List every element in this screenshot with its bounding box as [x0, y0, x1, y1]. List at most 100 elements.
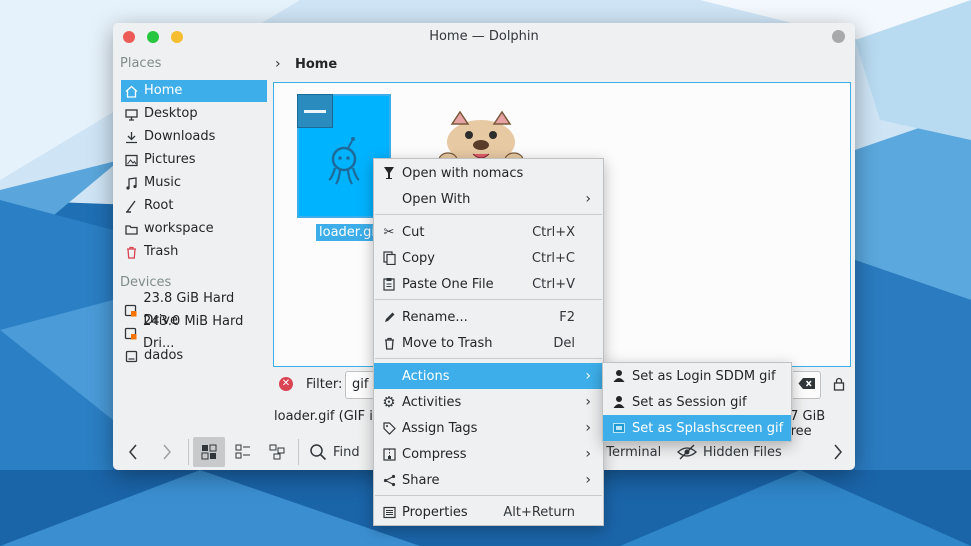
menu-item-copy[interactable]: Copy Ctrl+C [374, 245, 603, 271]
home-icon [124, 84, 138, 98]
menu-item-open-with-nomacs[interactable]: Open with nomacs [374, 160, 603, 186]
places-item-trash[interactable]: Trash [121, 241, 267, 263]
menu-item-rename[interactable]: Rename... F2 [374, 304, 603, 330]
places-item-downloads[interactable]: Downloads [121, 126, 267, 148]
filter-input-end[interactable] [793, 371, 821, 399]
places-item-home[interactable]: Home [121, 80, 267, 102]
submenu-item-set-login-sddm-gif[interactable]: Set as Login SDDM gif [603, 363, 791, 389]
properties-icon [381, 504, 397, 520]
menu-separator [375, 214, 602, 215]
menu-item-label: Cut [402, 224, 425, 240]
menu-item-move-to-trash[interactable]: Move to Trash Del [374, 330, 603, 356]
menu-item-label: Paste One File [402, 276, 494, 292]
menu-item-paste[interactable]: Paste One File Ctrl+V [374, 271, 603, 297]
search-icon [310, 444, 327, 461]
chevron-right-icon[interactable]: › [275, 56, 289, 72]
chevron-right-icon: › [585, 368, 591, 384]
find-button[interactable]: Find [309, 437, 369, 467]
chevron-right-icon: › [585, 394, 591, 410]
submenu-item-set-splashscreen-gif[interactable]: Set as Splashscreen gif [603, 415, 791, 441]
details-view-button[interactable] [261, 437, 293, 467]
menu-item-label: Properties [402, 504, 468, 520]
desktop-icon [124, 107, 138, 121]
share-icon [381, 472, 397, 488]
folder-icon [124, 222, 138, 236]
clear-text-icon[interactable] [798, 377, 816, 394]
menu-item-label: Assign Tags [402, 420, 478, 436]
devices-item-hard-drive-2[interactable]: 243.0 MiB Hard Dri... [121, 314, 267, 351]
compact-view-button[interactable] [227, 437, 259, 467]
user-icon [612, 395, 626, 409]
places-item-root[interactable]: Root [121, 195, 267, 217]
menu-item-label: Compress [402, 446, 467, 462]
hard-drive-icon [124, 349, 138, 363]
devices-item-label: dados [144, 348, 184, 363]
breadcrumb-home[interactable]: Home [295, 57, 337, 72]
submenu-item-label: Set as Session gif [632, 394, 747, 410]
menu-item-cut[interactable]: ✂ Cut Ctrl+X [374, 219, 603, 245]
chevron-right-icon [834, 444, 842, 460]
places-item-label: Desktop [144, 106, 198, 121]
menu-item-share[interactable]: Share › [374, 467, 603, 493]
music-icon [124, 176, 138, 190]
menu-item-shortcut: Ctrl+C [531, 250, 575, 266]
submenu-item-label: Set as Login SDDM gif [632, 368, 776, 384]
menu-item-shortcut: F2 [559, 309, 575, 325]
lock-icon[interactable] [833, 377, 845, 395]
back-button[interactable] [121, 437, 145, 467]
places-panel: Places Home Desktop Downloads Pictures M… [113, 51, 273, 431]
details-view-icon [269, 444, 285, 460]
pictures-icon [124, 153, 138, 167]
window-menu-button[interactable] [832, 30, 845, 43]
menu-item-properties[interactable]: Properties Alt+Return [374, 499, 603, 525]
user-icon [612, 369, 626, 383]
places-item-workspace[interactable]: workspace [121, 218, 267, 240]
breadcrumb: › Home [273, 53, 337, 75]
icons-view-button[interactable] [193, 437, 225, 467]
pencil-icon [381, 309, 397, 325]
icons-view-icon [201, 444, 217, 460]
menu-separator [375, 495, 602, 496]
menu-item-assign-tags[interactable]: Assign Tags › [374, 415, 603, 441]
menu-item-label: Actions [402, 368, 450, 384]
filter-input-value: gif [352, 377, 369, 392]
menu-item-shortcut: Del [553, 335, 575, 351]
places-item-label: Downloads [144, 129, 216, 144]
chevron-right-icon: › [585, 446, 591, 462]
menu-item-compress[interactable]: Compress › [374, 441, 603, 467]
submenu-item-set-session-gif[interactable]: Set as Session gif [603, 389, 791, 415]
tag-icon [381, 420, 397, 436]
actions-submenu: Set as Login SDDM gif Set as Session gif… [602, 362, 792, 442]
chevron-right-icon: › [585, 472, 591, 488]
find-label: Find [333, 444, 360, 460]
copy-icon [381, 250, 397, 266]
menu-item-label: Open with nomacs [402, 165, 524, 181]
menu-item-activities[interactable]: ⚙ Activities › [374, 389, 603, 415]
places-item-pictures[interactable]: Pictures [121, 149, 267, 171]
download-icon [124, 130, 138, 144]
menu-item-label: Open With [402, 191, 471, 207]
toolbar-separator [298, 439, 299, 465]
more-toolbar-button[interactable] [828, 437, 848, 467]
menu-item-open-with[interactable]: Open With › [374, 186, 603, 212]
places-item-music[interactable]: Music [121, 172, 267, 194]
places-item-desktop[interactable]: Desktop [121, 103, 267, 125]
forward-button[interactable] [155, 437, 179, 467]
places-item-label: Pictures [144, 152, 196, 167]
hard-drive-icon [124, 326, 137, 340]
filter-label: Filter: [306, 377, 343, 392]
close-filter-icon[interactable]: ✕ [279, 377, 293, 391]
toolbar-separator [188, 439, 189, 465]
places-item-label: Music [144, 175, 181, 190]
menu-item-shortcut: Ctrl+X [532, 224, 575, 240]
hidden-files-label: Hidden Files [703, 444, 782, 460]
eye-hidden-icon [677, 444, 697, 460]
devices-item-dados[interactable]: dados [121, 345, 267, 367]
menu-item-actions[interactable]: Actions › [374, 363, 603, 389]
filter-input[interactable]: gif [345, 371, 375, 399]
terminal-label: Terminal [606, 444, 662, 460]
chevron-right-icon: › [585, 420, 591, 436]
root-icon [124, 199, 138, 213]
scissors-icon: ✂ [383, 224, 395, 240]
trash-icon [124, 245, 138, 259]
